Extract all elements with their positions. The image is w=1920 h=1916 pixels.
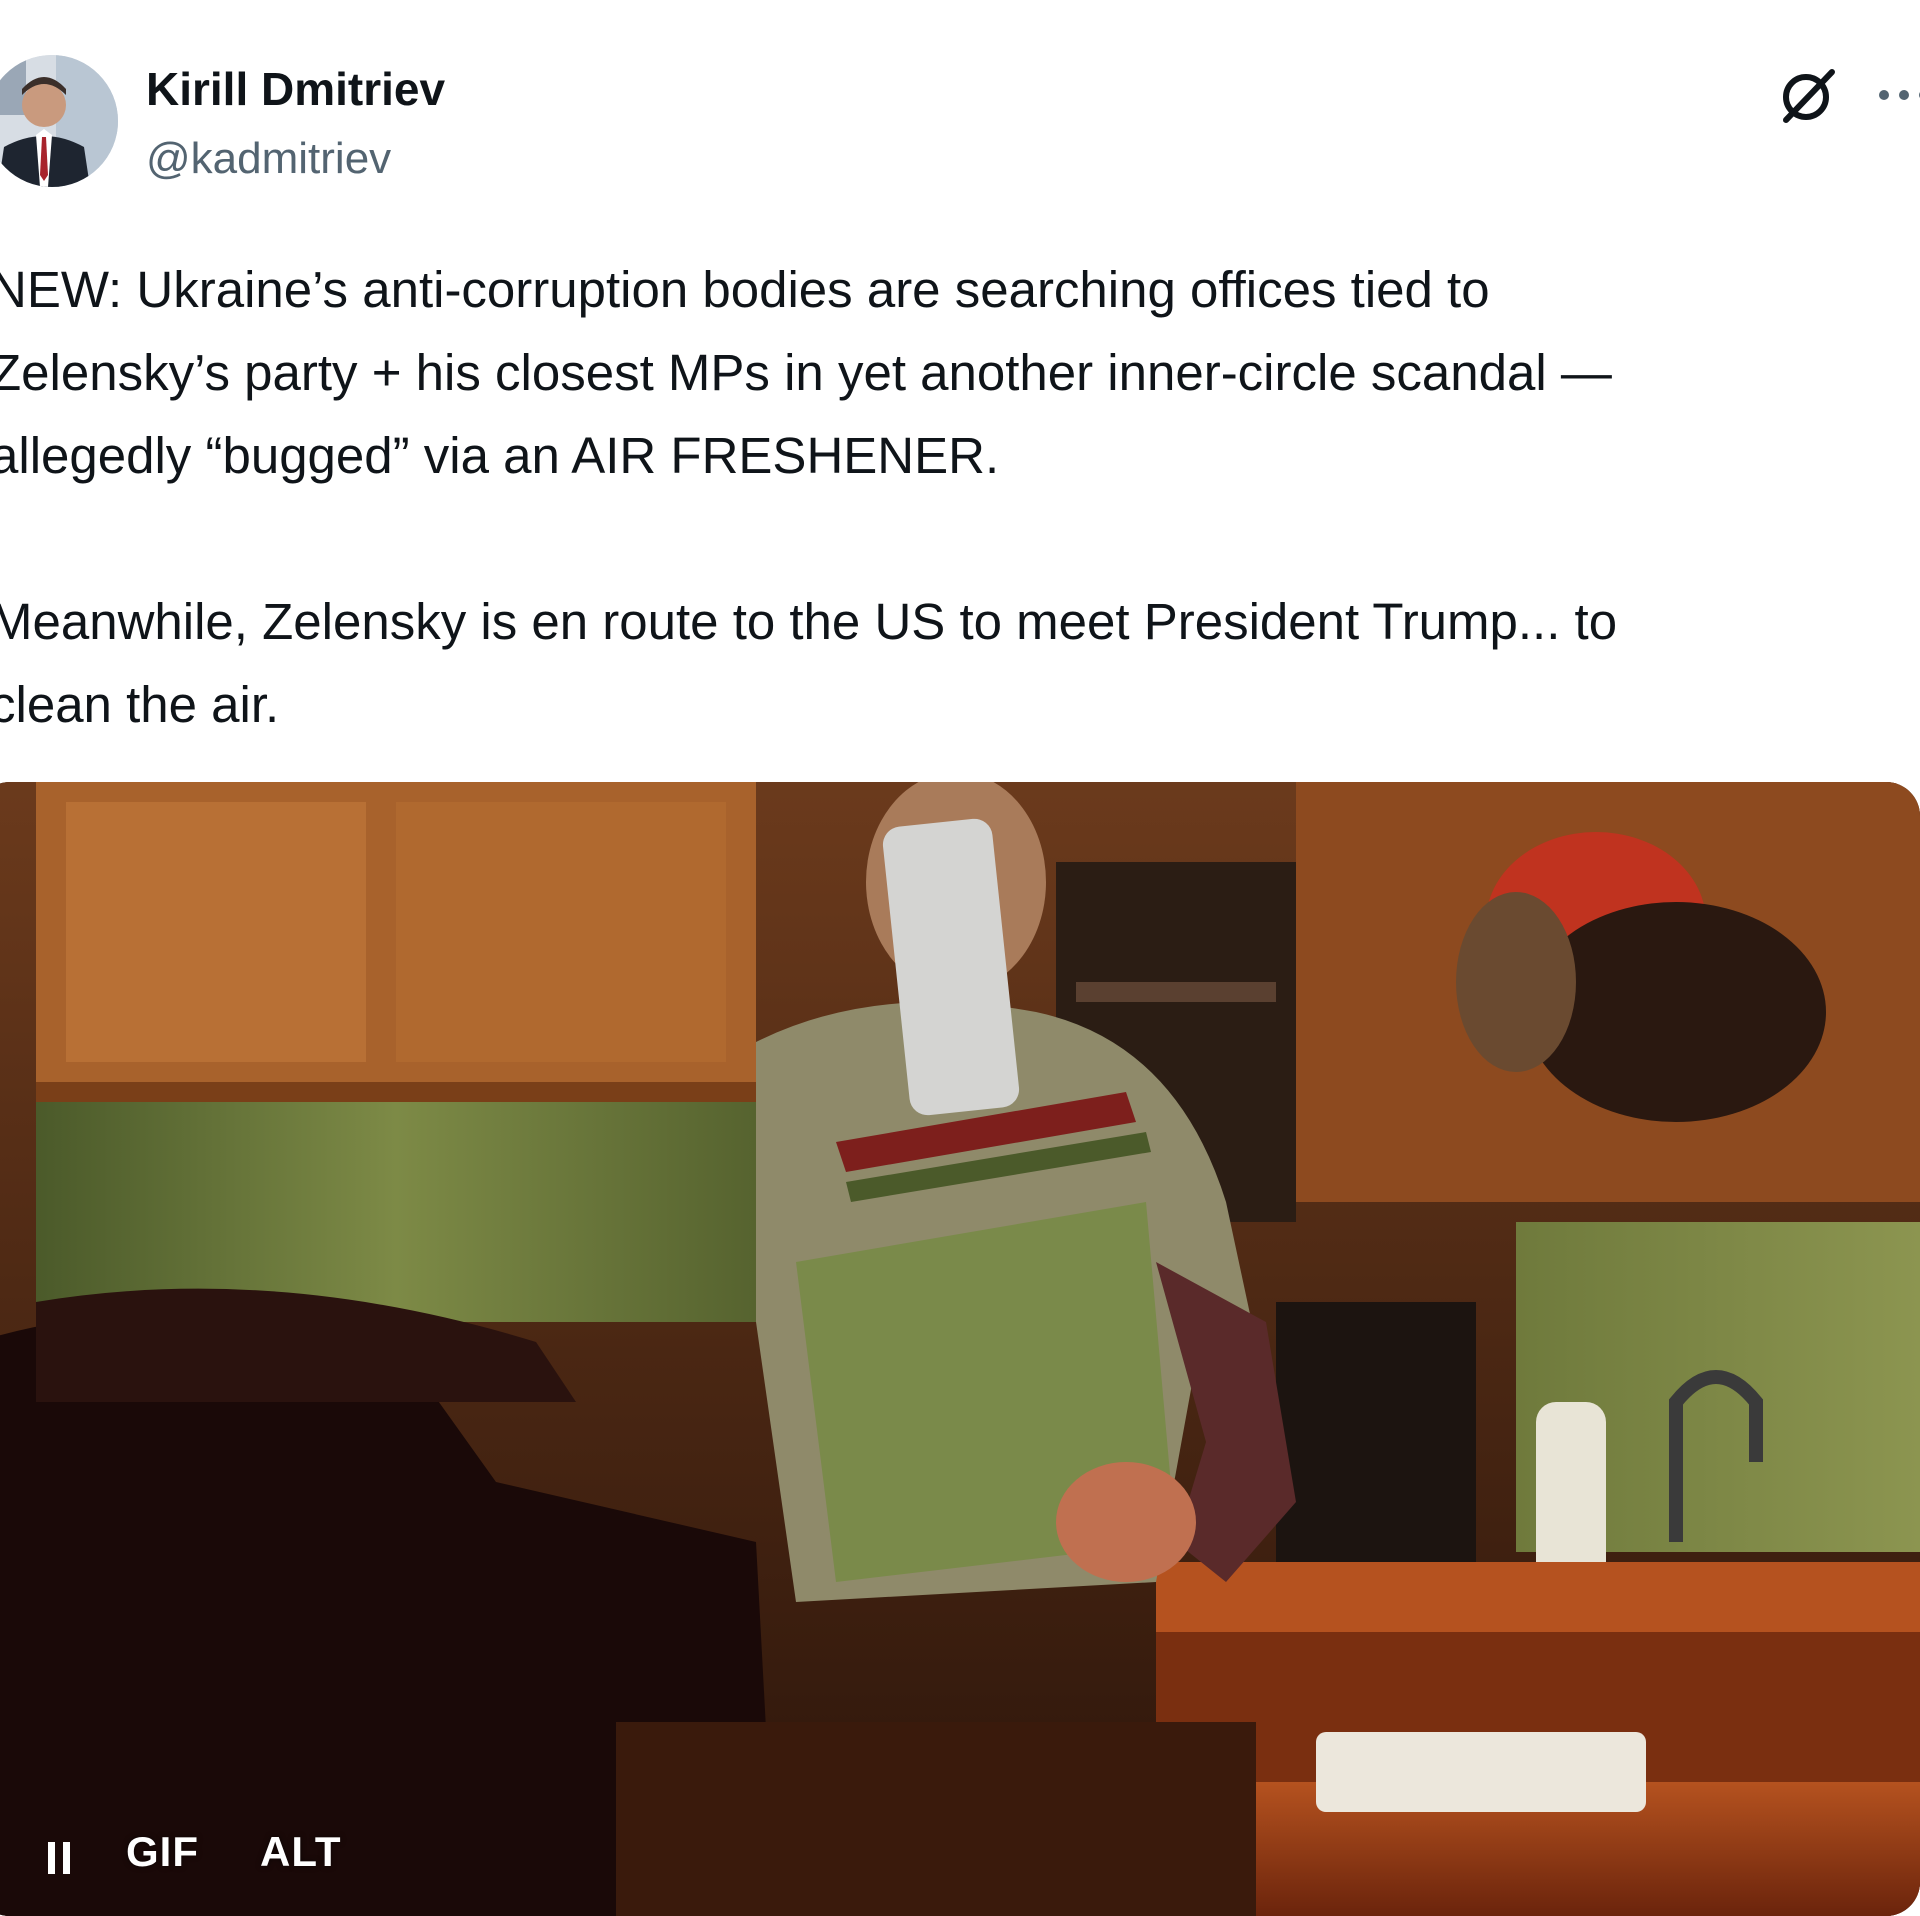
grok-icon[interactable]	[1778, 64, 1840, 126]
tweet-page: Kirill Dmitriev @kadmitriev NEW: Ukraine…	[0, 0, 1920, 1916]
gif-frame-image	[0, 782, 1920, 1916]
tweet-media-gif[interactable]: GIF ALT	[0, 782, 1920, 1916]
gif-badge[interactable]: GIF	[126, 1828, 199, 1876]
pause-icon[interactable]	[40, 1838, 80, 1878]
media-controls: GIF ALT	[0, 1796, 600, 1916]
avatar-image	[0, 55, 118, 187]
author-display-name[interactable]: Kirill Dmitriev	[146, 62, 445, 116]
more-icon[interactable]	[1876, 80, 1920, 110]
alt-text-button[interactable]: ALT	[260, 1828, 342, 1876]
author-handle[interactable]: @kadmitriev	[146, 134, 391, 184]
avatar[interactable]	[0, 55, 118, 187]
tweet-text: NEW: Ukraine’s anti-corruption bodies ar…	[0, 261, 1618, 733]
